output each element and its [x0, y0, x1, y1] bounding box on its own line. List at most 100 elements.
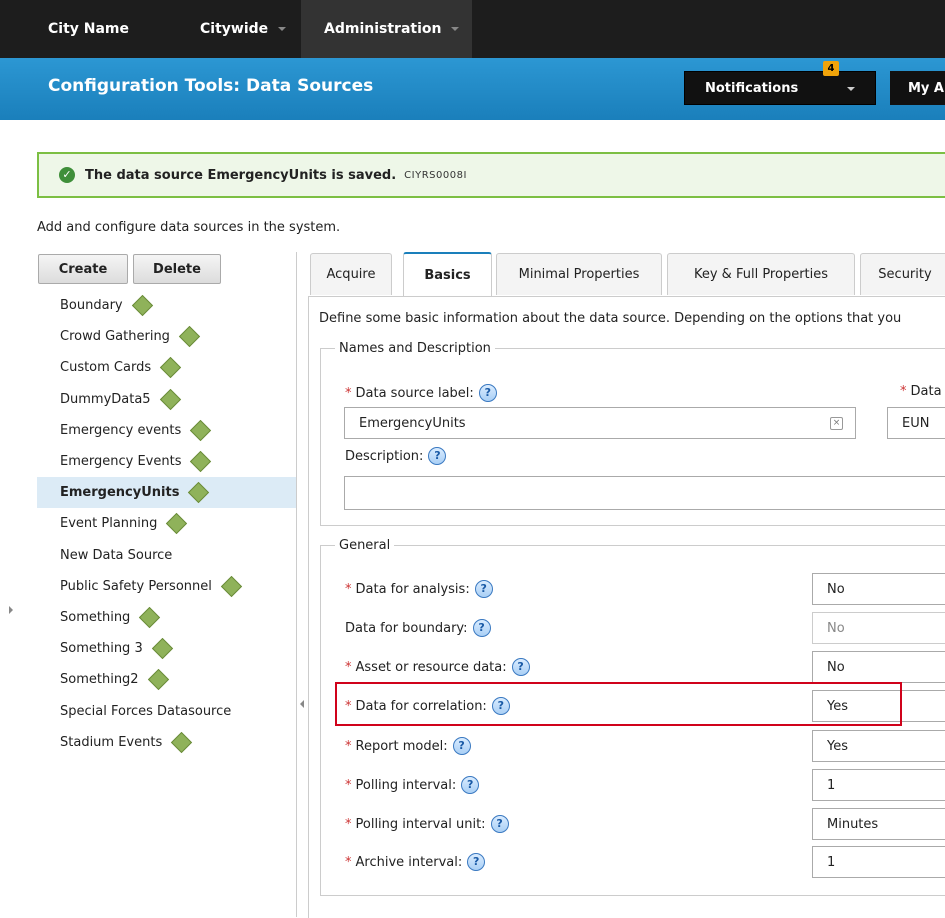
- status-diamond-icon: [166, 513, 188, 535]
- general-field-input[interactable]: 1: [812, 769, 945, 801]
- status-diamond-icon: [160, 357, 182, 379]
- general-field-input[interactable]: No: [812, 612, 945, 644]
- general-field-input[interactable]: 1: [812, 846, 945, 878]
- required-marker: *: [345, 738, 352, 754]
- data-source-item[interactable]: Emergency Events: [37, 446, 297, 477]
- data-source-item-label: Crowd Gathering: [60, 329, 170, 345]
- help-icon[interactable]: ?: [478, 384, 497, 402]
- input-value: 1: [827, 777, 836, 793]
- clear-field-icon[interactable]: ×: [830, 417, 843, 430]
- data-source-item-label: EmergencyUnits: [60, 485, 180, 501]
- general-field-label: Data for boundary:?: [345, 619, 491, 637]
- status-diamond-icon: [139, 606, 161, 629]
- tab-key-full-properties[interactable]: Key & Full Properties: [667, 253, 855, 295]
- data-source-item-label: Public Safety Personnel: [60, 578, 212, 594]
- required-marker: *: [345, 854, 352, 870]
- input-value: EUN: [902, 415, 930, 431]
- data-source-item[interactable]: Stadium Events: [37, 727, 297, 758]
- data-source-item-label: Boundary: [60, 298, 123, 314]
- required-marker: *: [345, 777, 352, 793]
- data-source-label-input[interactable]: EmergencyUnits ×: [344, 407, 856, 439]
- required-marker: *: [345, 816, 352, 832]
- help-icon[interactable]: ?: [511, 658, 530, 676]
- input-value: 1: [827, 854, 836, 870]
- data-source-item[interactable]: New Data Source: [37, 540, 297, 571]
- field-label-text: Report model:: [355, 738, 448, 754]
- data-source-item[interactable]: Public Safety Personnel: [37, 571, 297, 602]
- tab-acquire[interactable]: Acquire: [310, 253, 392, 295]
- status-diamond-icon: [190, 450, 212, 473]
- notification-count-badge: 4: [823, 61, 839, 76]
- data-source-item[interactable]: Something2: [37, 664, 297, 695]
- required-marker: *: [345, 581, 352, 597]
- top-navigation-bar: City Name Citywide Administration: [0, 0, 945, 58]
- input-value: Yes: [827, 738, 848, 754]
- general-field-input[interactable]: No: [812, 573, 945, 605]
- help-icon[interactable]: ?: [452, 737, 471, 755]
- required-marker: *: [900, 384, 907, 399]
- data-source-item[interactable]: Crowd Gathering: [37, 321, 297, 352]
- tab-minimal-properties[interactable]: Minimal Properties: [496, 253, 662, 295]
- field-label-text: Archive interval:: [355, 854, 463, 870]
- data-source-item[interactable]: Something: [37, 602, 297, 633]
- general-field-input[interactable]: Minutes: [812, 808, 945, 840]
- data-source-item[interactable]: Special Forces Datasource: [37, 695, 297, 726]
- tab-bar: Acquire Basics Minimal Properties Key & …: [310, 252, 945, 297]
- data-source-item[interactable]: Emergency events: [37, 415, 297, 446]
- status-diamond-icon: [159, 388, 181, 410]
- success-message: ✓ The data source EmergencyUnits is save…: [37, 152, 945, 198]
- data-source-item-label: Something: [60, 609, 131, 625]
- expand-right-icon[interactable]: [9, 606, 13, 614]
- data-source-item-label: Custom Cards: [60, 360, 152, 376]
- citywide-menu[interactable]: Citywide: [200, 0, 287, 58]
- data-source-item-label: New Data Source: [60, 547, 173, 563]
- data-source-item-label: Event Planning: [60, 516, 158, 532]
- data-source-item[interactable]: Boundary: [37, 290, 297, 321]
- help-icon[interactable]: ?: [461, 776, 480, 794]
- data-source-id-input[interactable]: EUN: [887, 407, 945, 439]
- status-diamond-icon: [220, 575, 242, 597]
- data-source-item[interactable]: DummyData5: [37, 384, 297, 415]
- tab-security[interactable]: Security: [860, 253, 945, 295]
- data-source-item-label: Something2: [60, 672, 139, 688]
- data-source-item-label: Emergency Events: [60, 454, 182, 470]
- notifications-button[interactable]: Notifications: [684, 71, 876, 105]
- highlight-box: [335, 682, 902, 726]
- required-marker: *: [345, 659, 352, 675]
- general-field-label: * Archive interval:?: [345, 853, 486, 871]
- my-account-button[interactable]: My A: [890, 71, 945, 105]
- data-source-item[interactable]: EmergencyUnits: [37, 477, 297, 509]
- help-icon[interactable]: ?: [474, 580, 493, 598]
- city-name-menu[interactable]: City Name: [48, 0, 129, 58]
- help-icon[interactable]: ?: [490, 815, 509, 833]
- status-diamond-icon: [188, 482, 210, 504]
- input-value: EmergencyUnits: [359, 415, 466, 431]
- data-source-item[interactable]: Custom Cards: [37, 352, 297, 383]
- field-label-text: Data for boundary:: [345, 620, 468, 636]
- administration-menu[interactable]: Administration: [302, 0, 472, 58]
- collapse-left-icon[interactable]: [300, 700, 304, 708]
- general-field-input[interactable]: No: [812, 651, 945, 683]
- delete-button[interactable]: Delete: [133, 254, 221, 284]
- general-field-input[interactable]: Yes: [812, 730, 945, 762]
- input-value: Minutes: [827, 816, 879, 832]
- tab-basics[interactable]: Basics: [403, 252, 492, 296]
- data-source-label-label: * Data source label: ?: [345, 384, 497, 402]
- help-icon[interactable]: ?: [428, 447, 447, 465]
- message-code: CIYRS0008I: [404, 169, 467, 181]
- data-source-item[interactable]: Event Planning: [37, 508, 297, 539]
- field-label-text: Data source label:: [355, 385, 474, 401]
- help-icon[interactable]: ?: [472, 619, 491, 637]
- input-value: No: [827, 581, 845, 597]
- general-field-label: * Polling interval:?: [345, 776, 480, 794]
- description-label: Description: ?: [345, 447, 447, 465]
- input-value: No: [827, 659, 845, 675]
- description-input[interactable]: [344, 476, 945, 510]
- window-left-edge: [0, 0, 7, 917]
- help-icon[interactable]: ?: [467, 853, 486, 871]
- data-source-item[interactable]: Something 3: [37, 633, 297, 664]
- field-label-text: Data for analysis:: [355, 581, 470, 597]
- names-group-legend: Names and Description: [339, 341, 491, 356]
- general-field-label: * Asset or resource data:?: [345, 658, 530, 676]
- create-button[interactable]: Create: [38, 254, 128, 284]
